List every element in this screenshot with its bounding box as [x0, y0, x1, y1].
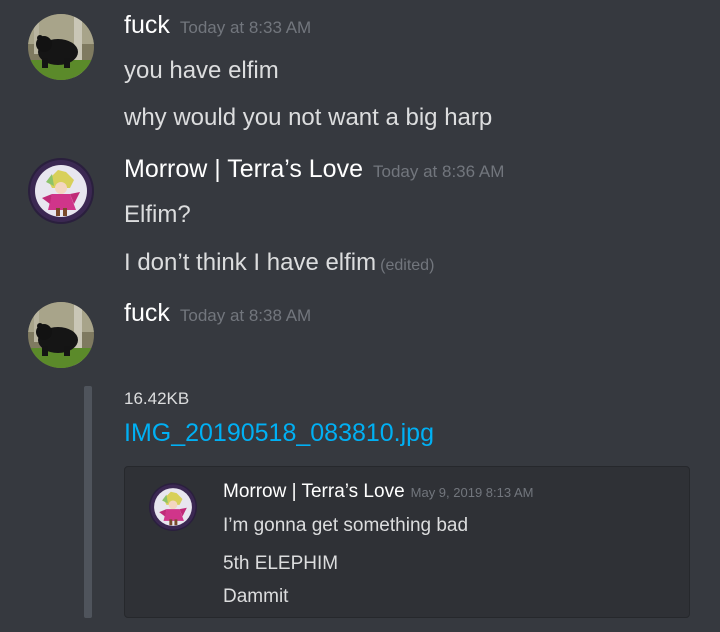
attachment-size: 16.42KB	[124, 389, 190, 408]
attachment-image-preview[interactable]: Morrow | Terra’s Love May 9, 2019 8:13 AM…	[124, 466, 690, 618]
author-name[interactable]: Morrow | Terra’s Love	[124, 155, 363, 183]
message-author[interactable]: Morrow | Terra’s Love Today at 8:36 AM	[124, 154, 504, 187]
quoted-author: Morrow | Terra’s Love May 9, 2019 8:13 AM	[223, 479, 534, 506]
message-timestamp: Today at 8:36 AM	[373, 162, 505, 181]
edited-label: (edited)	[380, 257, 435, 274]
message-author[interactable]: fuck Today at 8:38 AM	[124, 298, 311, 331]
bear-avatar-icon	[28, 14, 94, 80]
attachment-filename-link[interactable]: IMG_20190518_083810.jpg	[124, 416, 434, 450]
message-author[interactable]: fuck Today at 8:33 AM	[124, 10, 311, 43]
bear-avatar-icon	[28, 302, 94, 368]
message-timestamp: Today at 8:33 AM	[179, 18, 312, 37]
message-text: Elfim?	[124, 201, 191, 228]
quoted-message-text: I’m gonna get something bad	[223, 515, 469, 536]
quoted-timestamp: May 9, 2019 8:13 AM	[410, 485, 534, 500]
avatar[interactable]	[28, 302, 94, 368]
message-text-row: I don’t think I have elfim (edited)	[124, 248, 434, 281]
attachment-accent-bar	[84, 386, 92, 618]
message-timestamp: Today at 8:38 AM	[179, 306, 312, 325]
quoted-message-text: Dammit	[223, 586, 289, 607]
quoted-author-name: Morrow | Terra’s Love	[223, 481, 405, 502]
message-text: I don’t think I have elfim	[124, 249, 377, 276]
author-name[interactable]: fuck	[124, 11, 170, 39]
author-name[interactable]: fuck	[124, 299, 170, 327]
avatar[interactable]	[28, 158, 94, 224]
quoted-message-text: 5th ELEPHIM	[223, 553, 339, 574]
anime-character-avatar-icon	[28, 158, 94, 224]
chat-messages: fuck Today at 8:33 AM you have elfim why …	[0, 0, 720, 632]
quoted-avatar	[149, 483, 197, 531]
message-text: why would you not want a big harp	[124, 104, 493, 131]
avatar[interactable]	[28, 14, 94, 80]
message-text: you have elfim	[124, 57, 279, 84]
anime-character-avatar-icon	[149, 483, 197, 531]
